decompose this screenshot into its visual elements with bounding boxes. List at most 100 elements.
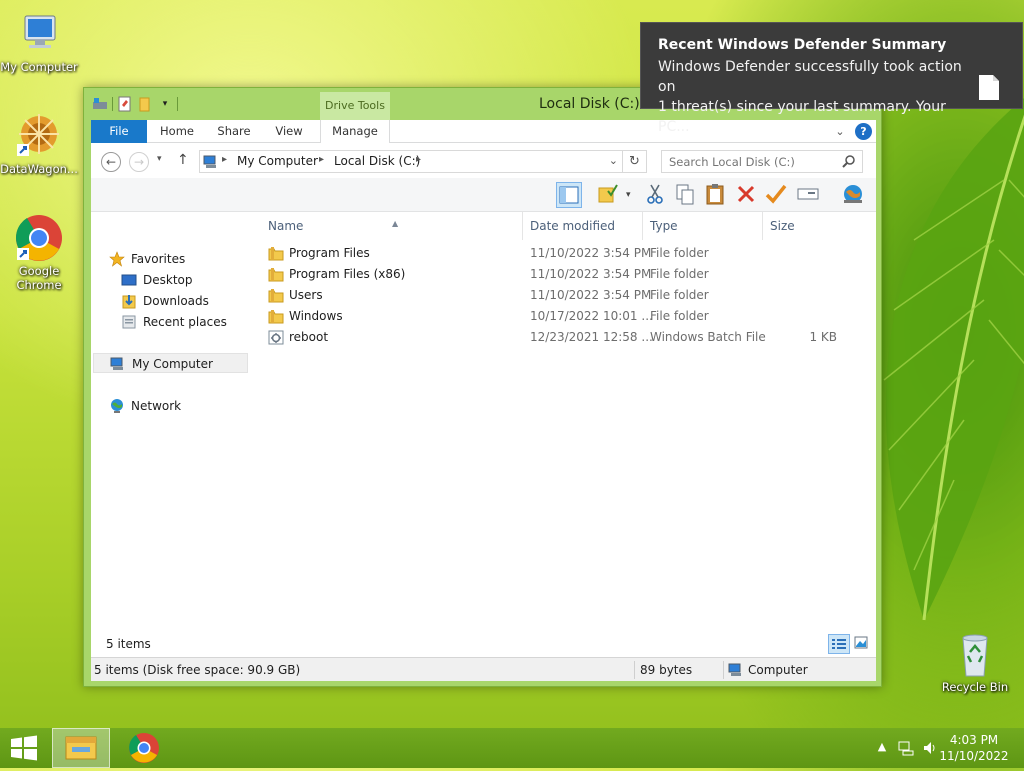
file-size: 1 KB	[809, 330, 837, 344]
notification-line-1: Windows Defender successfully took actio…	[658, 59, 962, 95]
breadcrumb-separator-icon[interactable]: ▸	[319, 154, 324, 165]
file-name: Windows	[268, 306, 343, 327]
network-icon	[109, 398, 125, 414]
batch-file-icon	[268, 330, 284, 345]
volume-icon[interactable]	[922, 740, 938, 756]
explorer-window[interactable]: ▾ Drive Tools Local Disk (C:) File Home …	[83, 87, 882, 687]
breadcrumb-separator-icon[interactable]: ▸	[222, 154, 227, 165]
show-hidden-icons-chevron-icon[interactable]: ▲	[874, 740, 890, 756]
nav-recent-places[interactable]: Recent places	[121, 312, 227, 332]
table-row[interactable]: Users 11/10/2022 3:54 PM File folder	[261, 285, 841, 306]
tab-home[interactable]: Home	[153, 120, 201, 143]
globe-icon	[844, 185, 862, 203]
drive-icon[interactable]	[92, 96, 108, 112]
breadcrumb-my-computer[interactable]: My Computer	[237, 154, 318, 168]
item-count: 5 items	[106, 637, 151, 651]
status-divider	[723, 661, 724, 679]
forward-button[interactable]: →	[129, 152, 149, 172]
file-date-modified: 12/23/2021 12:58 ...	[530, 330, 653, 344]
rename-icon	[797, 188, 819, 200]
tab-manage[interactable]: Manage	[320, 120, 390, 143]
start-button[interactable]	[0, 728, 48, 768]
taskbar-file-explorer[interactable]	[52, 728, 110, 768]
address-bar[interactable]: ▸ My Computer ▸ Local Disk (C:) ▸ ⌄	[199, 150, 623, 173]
column-header-type[interactable]: Type	[643, 212, 763, 240]
folder-options-chevron-icon[interactable]: ▾	[626, 190, 631, 200]
file-date-modified: 11/10/2022 3:54 PM	[530, 267, 652, 281]
up-arrow-icon[interactable]: ↑	[177, 152, 189, 168]
breadcrumb-separator-icon[interactable]: ▸	[416, 154, 421, 165]
window-client-area: File Home Share View Manage ⌄ ? ← → ▾ ↑ …	[91, 120, 876, 681]
file-type: File folder	[650, 309, 709, 323]
desktop-icon-google-chrome[interactable]: Google Chrome	[0, 214, 78, 292]
network-button[interactable]	[841, 182, 867, 208]
navigation-pane: Favorites Desktop Downloads Recent place…	[91, 212, 251, 654]
desktop-icon	[121, 272, 137, 288]
column-header-name-label: Name	[268, 219, 304, 233]
network-status-icon[interactable]	[898, 740, 914, 756]
nav-downloads-label: Downloads	[143, 294, 209, 308]
nav-my-computer[interactable]: My Computer	[93, 353, 248, 373]
nav-my-computer-label: My Computer	[132, 357, 213, 371]
large-icons-view-button[interactable]	[851, 634, 873, 654]
customize-toolbar-chevron-icon[interactable]: ▾	[157, 96, 173, 112]
tab-share[interactable]: Share	[211, 120, 257, 143]
back-button[interactable]: ←	[101, 152, 121, 172]
new-folder-icon[interactable]	[137, 96, 153, 112]
search-icon[interactable]	[842, 154, 856, 168]
scissors-icon	[647, 184, 663, 204]
paste-button[interactable]	[703, 182, 729, 208]
taskbar: ▲ 4:03 PM 11/10/2022	[0, 728, 1024, 768]
desktop-icon-my-computer[interactable]: My Computer	[0, 10, 78, 74]
tab-file[interactable]: File	[91, 120, 147, 143]
table-row[interactable]: Program Files 11/10/2022 3:54 PM File fold…	[261, 243, 841, 264]
chrome-icon	[15, 214, 63, 262]
windows-logo-icon	[11, 735, 37, 761]
drive-tools-contextual-tab: Drive Tools	[320, 92, 390, 120]
downloads-icon	[121, 293, 137, 309]
table-row[interactable]: Program Files (x86) 11/10/2022 3:54 PM Fil…	[261, 264, 841, 285]
folder-check-icon	[598, 184, 618, 203]
column-header-date-modified[interactable]: Date modified	[523, 212, 643, 240]
details-view-icon	[832, 639, 846, 649]
notification-line-2: 1 threat(s) since your last summary. You…	[658, 99, 946, 135]
preview-pane-icon	[559, 186, 579, 204]
search-box[interactable]	[661, 150, 863, 173]
delete-button[interactable]	[734, 182, 760, 208]
rename-field-button[interactable]	[796, 182, 822, 208]
recent-locations-chevron-icon[interactable]: ▾	[157, 154, 162, 164]
details-view-button[interactable]	[828, 634, 850, 654]
refresh-button[interactable]: ↻	[623, 150, 647, 173]
nav-desktop[interactable]: Desktop	[121, 270, 193, 290]
properties-icon[interactable]	[117, 96, 133, 112]
defender-notification[interactable]: Recent Windows Defender Summary Windows …	[640, 22, 1023, 135]
document-icon	[978, 74, 1000, 101]
preview-pane-button[interactable]	[556, 182, 582, 208]
file-date-modified: 11/10/2022 3:54 PM	[530, 288, 652, 302]
tab-view[interactable]: View	[267, 120, 311, 143]
rename-button[interactable]	[764, 182, 790, 208]
column-header-size[interactable]: Size	[763, 212, 841, 240]
copy-button[interactable]	[673, 182, 699, 208]
folder-icon	[268, 246, 284, 261]
table-row[interactable]: Windows 10/17/2022 10:01 ... File folder	[261, 306, 841, 327]
status-zone-label: Computer	[748, 663, 808, 677]
nav-favorites-label: Favorites	[131, 252, 186, 266]
folder-options-button[interactable]	[596, 182, 622, 208]
system-clock[interactable]: 4:03 PM 11/10/2022	[938, 732, 1010, 764]
chrome-icon	[129, 733, 159, 763]
address-history-chevron-icon[interactable]: ⌄	[609, 154, 618, 167]
desktop-icon-recycle-bin[interactable]: Recycle Bin	[936, 630, 1014, 694]
file-type: File folder	[650, 267, 709, 281]
desktop-icon-datawagon[interactable]: DataWagon...	[0, 112, 78, 176]
nav-network[interactable]: Network	[109, 396, 181, 416]
cut-button[interactable]	[643, 182, 669, 208]
table-row[interactable]: reboot 12/23/2021 12:58 ... Windows Batch …	[261, 327, 841, 348]
breadcrumb-local-disk[interactable]: Local Disk (C:)	[334, 154, 420, 168]
nav-downloads[interactable]: Downloads	[121, 291, 209, 311]
recent-places-icon	[121, 314, 137, 330]
taskbar-google-chrome[interactable]	[116, 728, 172, 768]
search-input[interactable]	[662, 151, 832, 172]
nav-favorites[interactable]: Favorites	[109, 249, 185, 269]
column-header-name[interactable]: Name ▲	[261, 212, 523, 240]
